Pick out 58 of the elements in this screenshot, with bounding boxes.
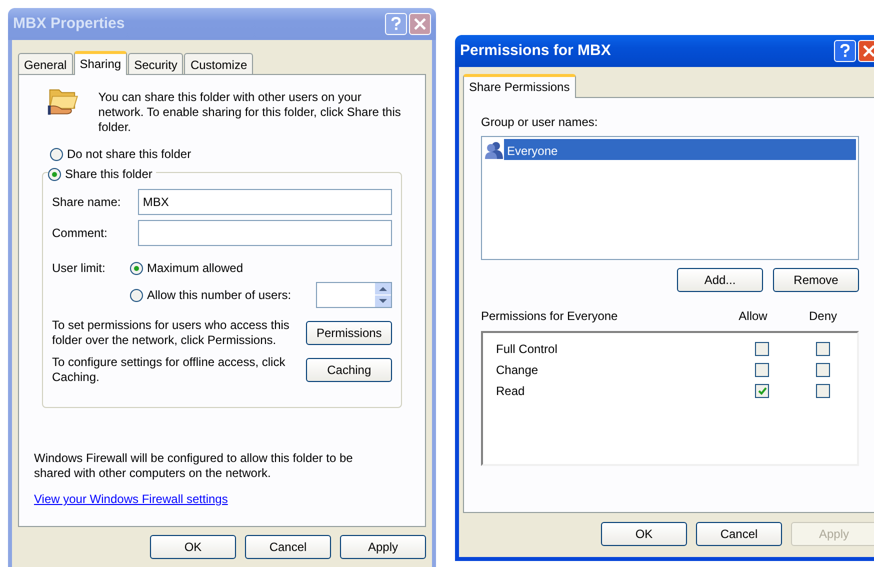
list-label: Group or user names: [481, 114, 599, 131]
share-name-field[interactable]: MBX [138, 189, 392, 215]
radio-label: Allow this number of users: [147, 287, 292, 304]
spin-box[interactable] [316, 282, 392, 308]
comment-field[interactable] [138, 220, 392, 246]
list-item[interactable]: Everyone [504, 139, 856, 160]
field-label: User limit: [52, 260, 106, 277]
field-label: Comment: [52, 225, 108, 242]
dialog-button[interactable]: Cancel [245, 535, 331, 559]
firewall-settings-link[interactable]: View your Windows Firewall settings [34, 490, 228, 508]
checkbox[interactable] [816, 362, 830, 376]
spin-arrows-icon [375, 283, 391, 307]
dialog-button[interactable]: Apply [340, 535, 426, 559]
dialog-button[interactable]: Permissions [306, 321, 392, 345]
radio-button[interactable] [48, 168, 61, 180]
field-label: Share name: [52, 194, 122, 211]
dialog-button[interactable]: Remove [773, 268, 859, 292]
check-icon [758, 386, 767, 394]
close-icon [863, 45, 874, 57]
tab[interactable]: Sharing [74, 51, 128, 75]
window-title: MBX Properties [13, 14, 125, 34]
firewall-note: Windows Firewall will be configured to allow this folder to be shared with other computers on the network. [34, 451, 354, 481]
help-icon [840, 44, 850, 58]
tab[interactable]: Security [128, 53, 184, 74]
permissions-heading: Permissions for Everyone [481, 308, 619, 325]
dialog-button[interactable]: Add... [677, 268, 763, 292]
tab[interactable]: General [18, 53, 73, 74]
help-icon [391, 17, 401, 31]
tab[interactable]: Customize [184, 53, 254, 74]
checkbox[interactable] [816, 384, 830, 398]
close-button[interactable] [858, 40, 874, 62]
radio-label: Maximum allowed [147, 260, 244, 277]
intro-text: You can share this folder with other users on your network. To enable sharing for this folder, click Share this folder. [98, 89, 402, 135]
dialog-button[interactable]: Cancel [696, 522, 782, 546]
window-title: Permissions for MBX [460, 40, 611, 61]
help-button[interactable] [834, 40, 856, 62]
checkbox[interactable] [755, 342, 770, 356]
permissions-note: To set permissions for users who access this folder over the network, click Permissions. [52, 318, 290, 348]
dialog-button[interactable]: OK [601, 522, 687, 546]
column-header: Allow [738, 308, 768, 325]
permission-name: Read [496, 382, 526, 400]
radio-label: Do not share this folder [67, 146, 192, 163]
tab[interactable]: Share Permissions [463, 74, 576, 98]
dialog-button[interactable]: OK [150, 535, 236, 559]
caching-note: To configure settings for offline access, click Caching. [52, 355, 286, 385]
radio-button[interactable] [130, 288, 143, 302]
checkbox[interactable] [755, 384, 770, 398]
radio-button[interactable] [50, 148, 63, 160]
permission-name: Full Control [496, 340, 558, 358]
users-icon [484, 140, 504, 160]
radio-label: Share this folder [65, 166, 152, 183]
checkbox[interactable] [816, 342, 830, 356]
permission-name: Change [496, 362, 540, 378]
dialog-button[interactable]: Caching [306, 358, 392, 382]
close-icon [414, 18, 426, 30]
column-header: Deny [808, 308, 838, 325]
checkbox[interactable] [755, 362, 770, 376]
radio-button[interactable] [130, 262, 143, 274]
